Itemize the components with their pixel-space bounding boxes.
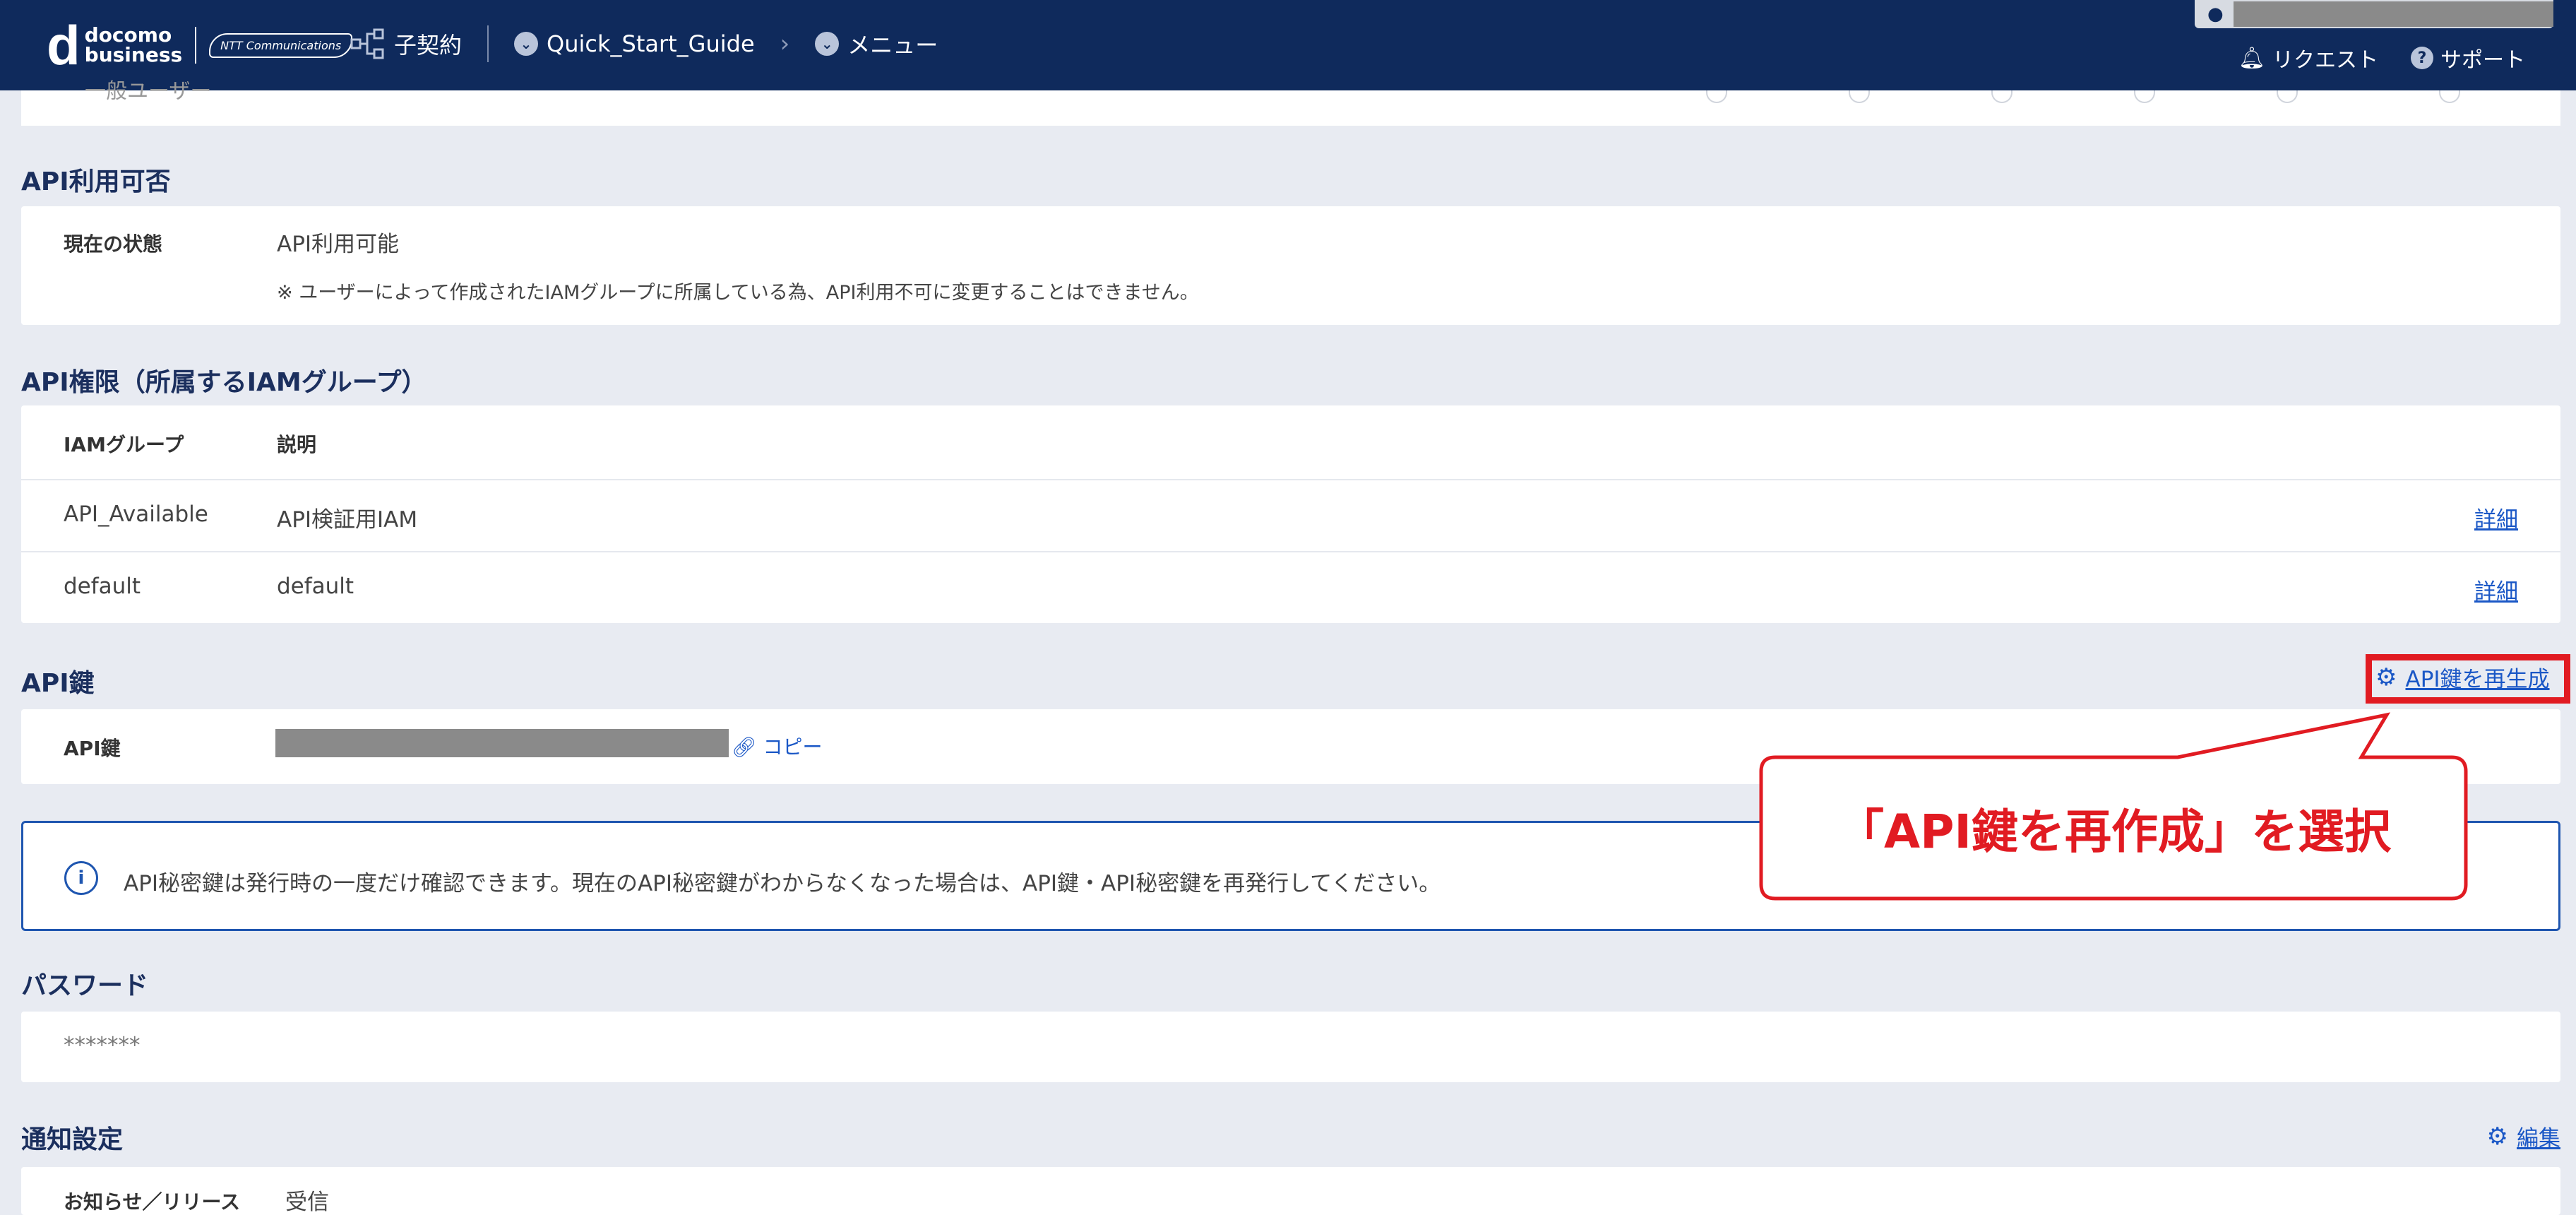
- col-header-iam-group: IAMグループ: [64, 433, 184, 456]
- status-label: 現在の状態: [64, 232, 163, 256]
- radio-button[interactable]: [1849, 90, 1870, 103]
- iam-group-description: default: [277, 574, 354, 599]
- iam-group-name: API_Available: [64, 502, 208, 527]
- col-header-description: 説明: [277, 433, 317, 456]
- help-icon: ?: [2411, 47, 2433, 69]
- iam-group-description: API検証用IAM: [277, 507, 418, 533]
- bell-icon: 🔔︎: [2238, 45, 2265, 71]
- gear-icon: ⚙: [2375, 663, 2397, 692]
- api-usage-title: API利用可否: [21, 167, 171, 196]
- redacted-api-key: [275, 729, 729, 757]
- previous-role-row: 一般ユーザー: [21, 79, 2560, 126]
- logo-line-2: business: [84, 43, 183, 66]
- copy-label: コピー: [763, 735, 823, 759]
- iam-group-name: default: [64, 574, 141, 599]
- header-nav: 子契約 ⌄ Quick_Start_Guide › ⌄ メニュー: [350, 21, 938, 66]
- api-usage-panel: 現在の状態 API利用可能 ※ ユーザーによって作成されたIAMグループに所属し…: [21, 206, 2560, 325]
- request-button[interactable]: 🔔︎ リクエスト: [2238, 42, 2378, 73]
- breadcrumb-menu[interactable]: ⌄ メニュー: [815, 28, 938, 60]
- breadcrumb-menu-label: メニュー: [847, 32, 938, 59]
- chevron-down-icon: ⌄: [514, 32, 539, 56]
- edit-label: 編集: [2517, 1126, 2560, 1151]
- link-icon: 🔗︎: [732, 735, 757, 759]
- notification-settings-title: 通知設定: [21, 1125, 124, 1154]
- password-panel: *******: [21, 1012, 2560, 1082]
- docomo-business-logo[interactable]: d docomo business NTT Communications: [47, 14, 353, 76]
- request-label: リクエスト: [2272, 48, 2378, 73]
- status-value: API利用可能: [277, 232, 400, 257]
- previous-role-label: 一般ユーザー: [85, 79, 212, 104]
- callout-instruction: 「API鍵を再作成」を選択: [1837, 805, 2391, 859]
- info-icon: i: [64, 861, 98, 895]
- logo-divider: [195, 27, 197, 64]
- status-note: ※ ユーザーによって作成されたIAMグループに所属している為、API利用不可に変…: [277, 282, 1199, 304]
- radio-button[interactable]: [2277, 90, 2298, 103]
- chevron-right-icon: ›: [780, 30, 790, 58]
- org-tree-icon: [350, 28, 384, 59]
- gear-icon: ⚙: [2486, 1122, 2508, 1151]
- notification-settings-panel: お知らせ／リリース 受信: [21, 1167, 2560, 1215]
- radio-button[interactable]: [1706, 90, 1727, 103]
- radio-button[interactable]: [1991, 90, 2012, 103]
- radio-button[interactable]: [2439, 90, 2460, 103]
- contract-label: 子契約: [394, 32, 463, 59]
- breadcrumb-project-label: Quick_Start_Guide: [547, 30, 755, 57]
- api-permissions-title: API権限（所属するIAMグループ）: [21, 368, 427, 397]
- detail-link[interactable]: 詳細: [2474, 574, 2518, 605]
- notification-row-label: お知らせ／リリース: [64, 1190, 241, 1214]
- regenerate-api-key-label: API鍵を再生成: [2405, 667, 2550, 692]
- table-divider: [21, 479, 2560, 480]
- user-account-menu[interactable]: ●: [2195, 0, 2553, 28]
- regenerate-api-key-link[interactable]: ⚙ API鍵を再生成: [2375, 661, 2550, 693]
- iam-group-table: IAMグループ 説明 API_Available API検証用IAM 詳細 de…: [21, 405, 2560, 623]
- password-title: パスワード: [21, 971, 149, 1000]
- ntt-communications-logo: NTT Communications: [209, 32, 353, 58]
- info-message-text: API秘密鍵は発行時の一度だけ確認できます。現在のAPI秘密鍵がわからなくなった…: [124, 871, 1441, 896]
- breadcrumb-project[interactable]: ⌄ Quick_Start_Guide: [514, 30, 755, 57]
- header-actions: 🔔︎ リクエスト ? サポート: [2238, 42, 2525, 73]
- api-key-label: API鍵: [64, 737, 121, 760]
- radio-button[interactable]: [2134, 90, 2155, 103]
- api-key-title: API鍵: [21, 669, 95, 698]
- redacted-user-name: [2233, 1, 2553, 27]
- copy-api-key-button[interactable]: 🔗︎ コピー: [732, 732, 822, 760]
- user-icon: ●: [2207, 4, 2224, 25]
- docomo-d-mark: d: [47, 14, 80, 76]
- contract-switcher[interactable]: 子契約: [350, 28, 462, 60]
- nav-divider: [487, 25, 489, 62]
- detail-link[interactable]: 詳細: [2474, 502, 2518, 533]
- notification-row-value: 受信: [285, 1190, 329, 1215]
- edit-notifications-link[interactable]: ⚙ 編集: [2487, 1120, 2560, 1152]
- chevron-down-icon: ⌄: [815, 32, 840, 56]
- top-navigation-bar: d docomo business NTT Communications 子契約…: [0, 0, 2576, 90]
- support-button[interactable]: ? サポート: [2411, 42, 2525, 73]
- password-value: *******: [64, 1033, 141, 1058]
- logo-line-1: docomo: [84, 23, 172, 47]
- table-divider: [21, 551, 2560, 552]
- support-label: サポート: [2440, 48, 2525, 73]
